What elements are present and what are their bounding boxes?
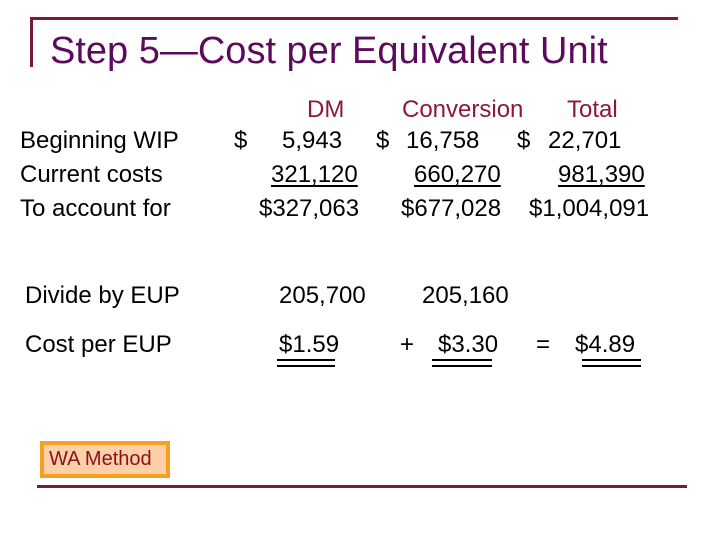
frame-top-rule (30, 17, 678, 20)
to-account-for-conversion: $677,028 (401, 195, 502, 222)
frame-left-rule (30, 17, 33, 67)
frame-bottom-rule (37, 485, 687, 488)
cost-per-eup-total: $4.89 (575, 331, 636, 358)
dm-double-underline-bottom (277, 365, 335, 367)
to-account-for-dm: $327,063 (259, 195, 360, 222)
equals-operator: = (536, 331, 551, 358)
conv-dollar-sign: $ (376, 127, 390, 154)
beginning-wip-dm: 5,943 (282, 127, 343, 154)
column-header-total: Total (567, 96, 618, 123)
row-label-beginning-wip: Beginning WIP (20, 127, 179, 154)
current-costs-dm: 321,120 (271, 161, 358, 188)
conv-double-underline-top (432, 359, 492, 361)
slide-title: Step 5—Cost per Equivalent Unit (50, 30, 608, 72)
total-double-underline-top (582, 359, 641, 361)
beginning-wip-total: 22,701 (548, 127, 622, 154)
row-label-current-costs: Current costs (20, 161, 163, 188)
total-double-underline-bottom (582, 365, 641, 367)
row-label-cost-per-eup: Cost per EUP (25, 331, 172, 358)
total-dollar-sign: $ (517, 127, 531, 154)
wa-method-badge: WA Method (40, 441, 170, 478)
cost-per-eup-dm: $1.59 (279, 331, 340, 358)
column-header-conversion: Conversion (402, 96, 524, 123)
beginning-wip-conversion: 16,758 (406, 127, 480, 154)
current-costs-total: 981,390 (558, 161, 645, 188)
dm-dollar-sign: $ (234, 127, 248, 154)
cost-per-eup-conversion: $3.30 (438, 331, 499, 358)
divide-by-eup-conversion: 205,160 (422, 282, 509, 309)
row-label-to-account-for: To account for (20, 195, 171, 222)
to-account-for-total: $1,004,091 (529, 195, 650, 222)
plus-operator: + (400, 331, 415, 358)
row-label-divide-by-eup: Divide by EUP (25, 282, 180, 309)
divide-by-eup-dm: 205,700 (279, 282, 366, 309)
column-header-dm: DM (307, 96, 345, 123)
dm-double-underline-top (277, 359, 335, 361)
conv-double-underline-bottom (432, 365, 492, 367)
current-costs-conversion: 660,270 (414, 161, 501, 188)
